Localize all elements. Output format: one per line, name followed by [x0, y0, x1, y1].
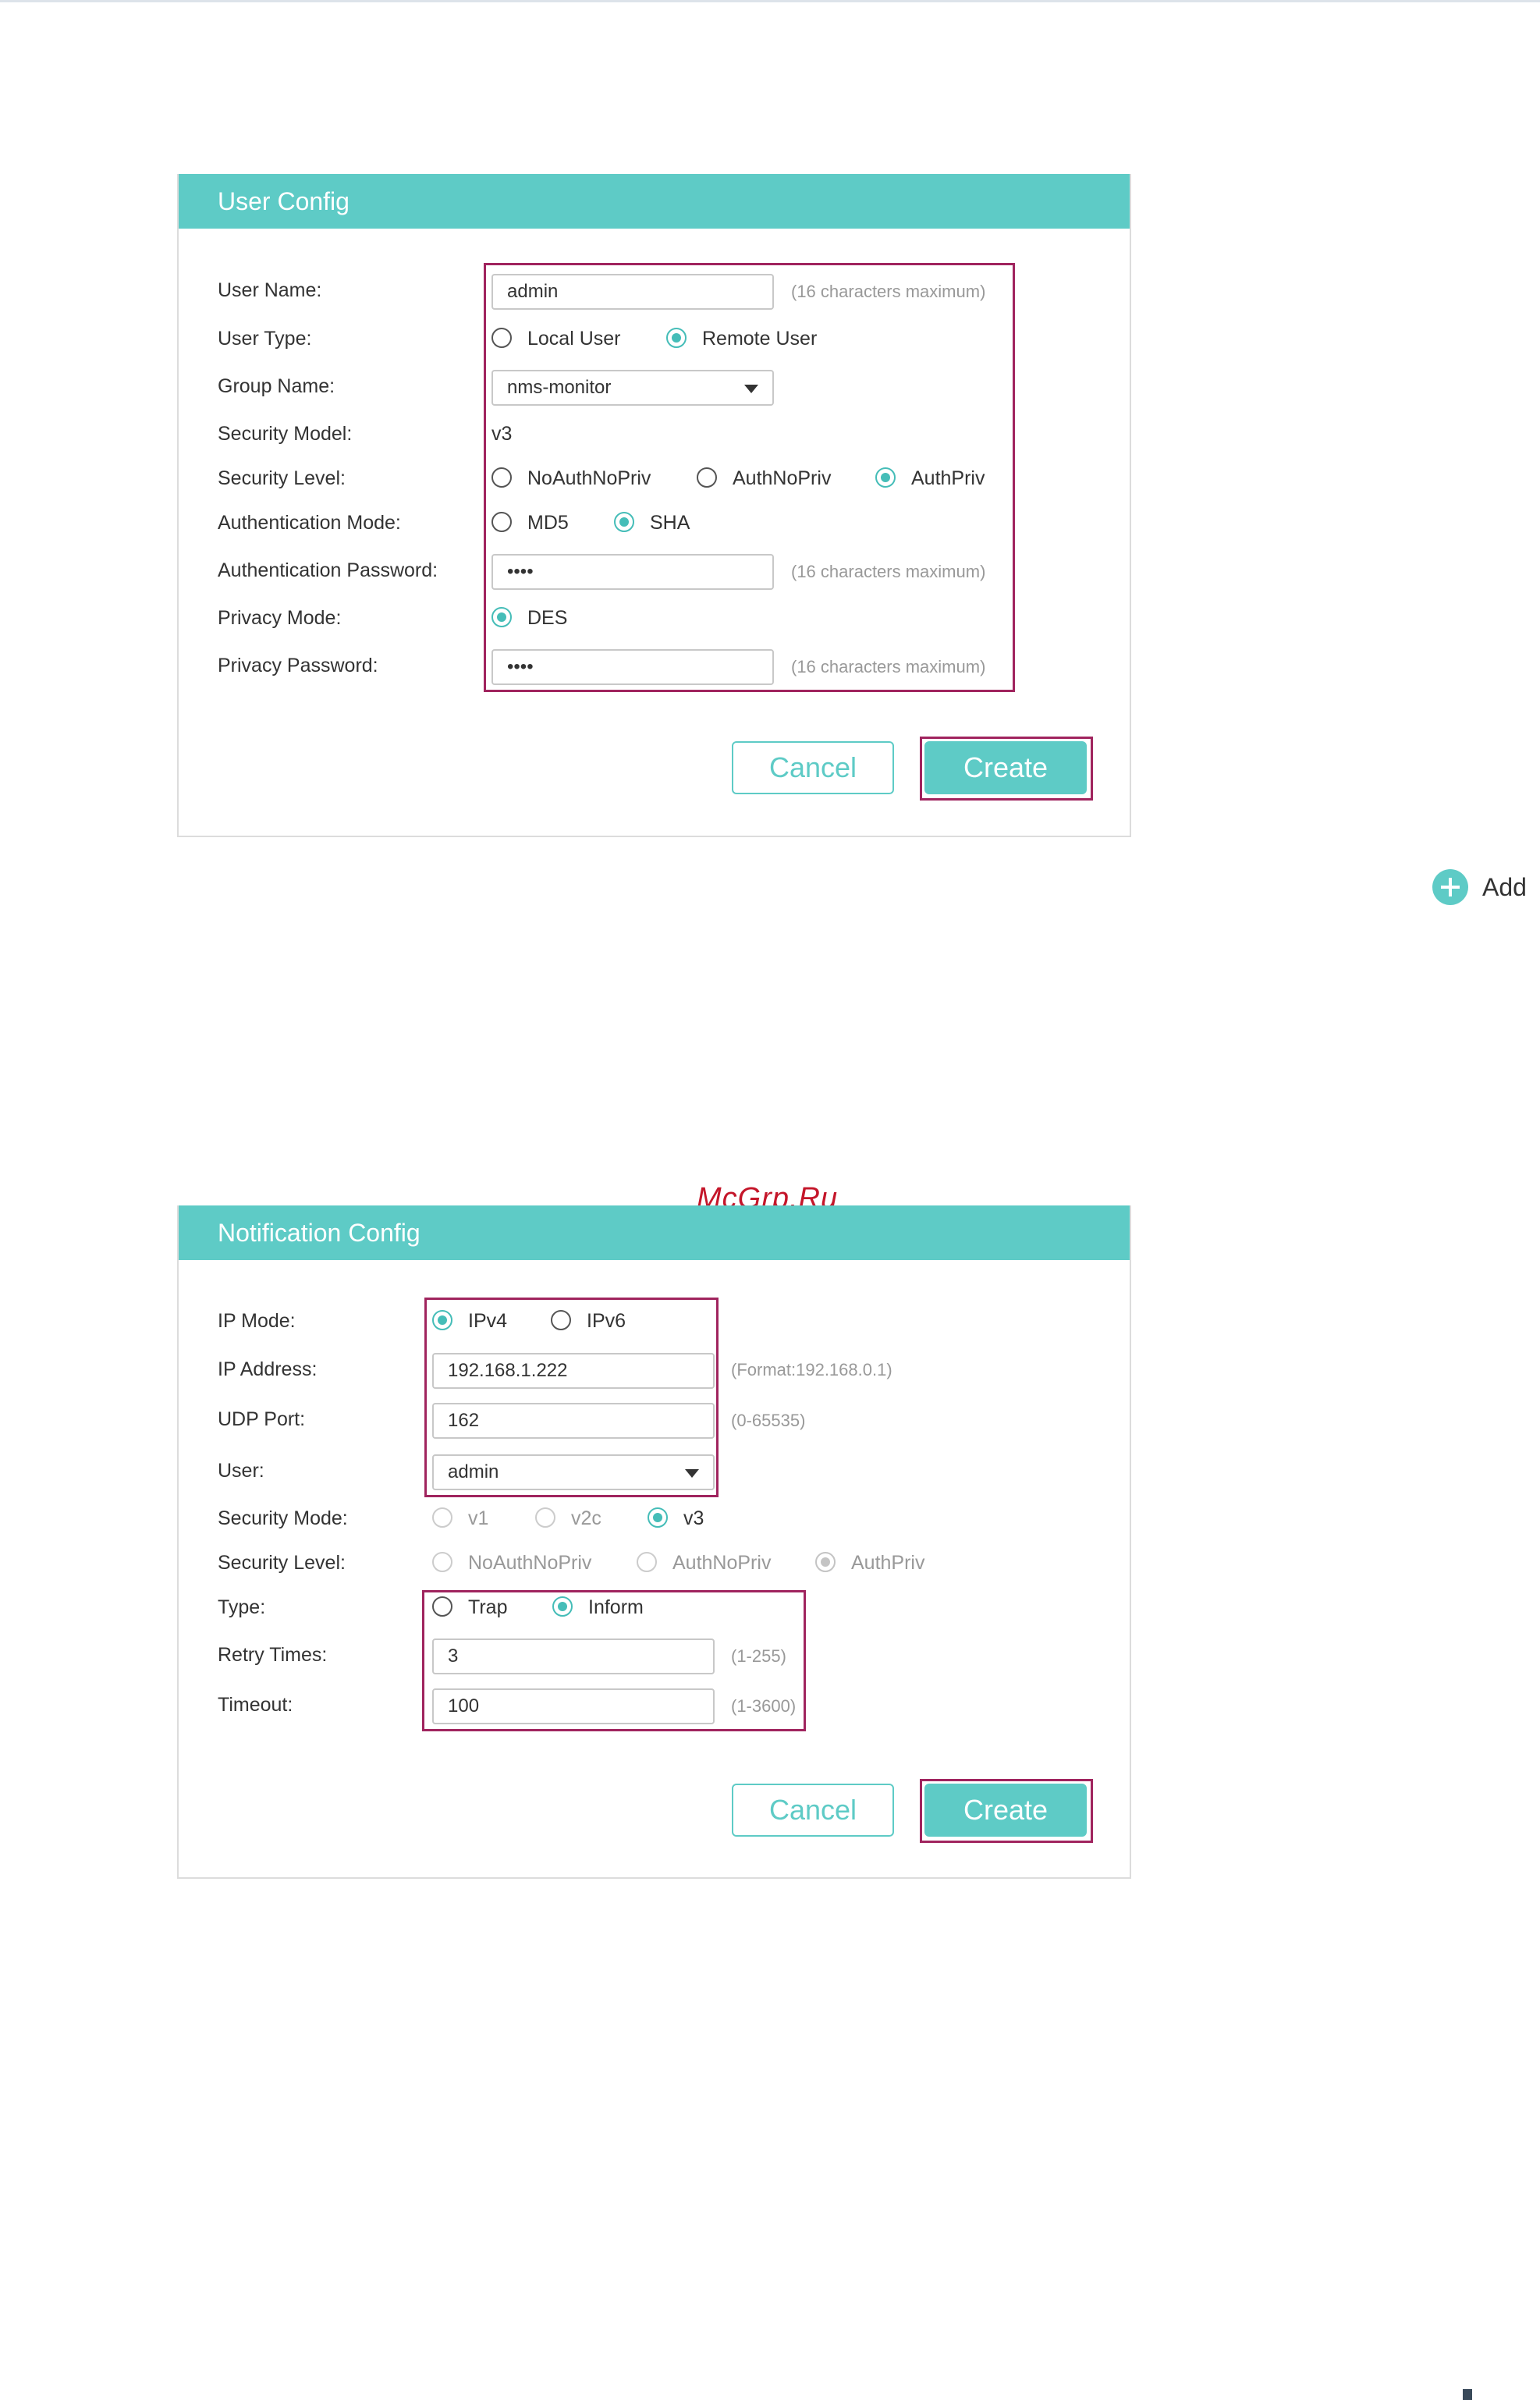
radio-v3-label: v3 [683, 1507, 704, 1529]
ip-address-input[interactable]: 192.168.1.222 [432, 1353, 715, 1389]
radio-v1 [432, 1507, 452, 1528]
retry-times-label: Retry Times: [218, 1644, 328, 1666]
radio-remote-user-label: Remote User [702, 328, 818, 350]
timeout-input[interactable]: 100 [432, 1688, 715, 1724]
radio-ipv6[interactable] [551, 1310, 571, 1330]
auth-password-label: Authentication Password: [218, 559, 438, 581]
ip-address-label: IP Address: [218, 1358, 318, 1380]
security-level-label: Security Level: [218, 467, 346, 489]
user-type-label: User Type: [218, 328, 312, 350]
auth-password-hint: (16 characters maximum) [791, 562, 986, 581]
udp-port-hint: (0-65535) [731, 1411, 806, 1430]
radio-inform-label: Inform [588, 1596, 644, 1618]
radio-authpriv-label: AuthPriv [911, 467, 985, 489]
ip-address-hint: (Format:192.168.0.1) [731, 1360, 892, 1379]
radio-authnopriv [637, 1552, 657, 1572]
radio-authpriv[interactable] [875, 467, 896, 488]
create-button[interactable]: Create [924, 741, 1087, 794]
top-divider [0, 0, 1540, 2]
radio-authpriv [815, 1552, 836, 1572]
radio-v2c-label: v2c [571, 1507, 601, 1529]
radio-ipv4-label: IPv4 [468, 1310, 508, 1332]
radio-v2c [535, 1507, 555, 1528]
user-config-panel: User Config User Name: admin (16 charact… [177, 174, 1131, 837]
radio-sha-label: SHA [650, 512, 690, 534]
notification-config-panel: Notification Config IP Mode: IPv4 IPv6 I… [177, 1205, 1131, 1879]
user-value: admin [448, 1461, 499, 1482]
timeout-label: Timeout: [218, 1694, 293, 1716]
panel-title: User Config [218, 187, 350, 215]
security-mode-label: Security Mode: [218, 1507, 348, 1529]
group-name-select[interactable]: nms-monitor [491, 370, 774, 406]
radio-inform[interactable] [552, 1596, 573, 1617]
privacy-mode-label: Privacy Mode: [218, 607, 342, 629]
radio-sha[interactable] [614, 512, 634, 532]
radio-ipv4[interactable] [432, 1310, 452, 1330]
radio-local-user-label: Local User [527, 328, 621, 350]
security-model-value: v3 [491, 423, 513, 445]
group-name-value: nms-monitor [507, 377, 612, 398]
radio-authnopriv[interactable] [697, 467, 717, 488]
radio-remote-user[interactable] [666, 328, 687, 348]
privacy-password-input[interactable]: •••• [491, 649, 774, 685]
privacy-password-hint: (16 characters maximum) [791, 657, 986, 676]
radio-ipv6-label: IPv6 [587, 1310, 626, 1332]
user-label: User: [218, 1460, 264, 1482]
udp-port-label: UDP Port: [218, 1408, 306, 1430]
plus-icon [1432, 869, 1468, 905]
radio-md5[interactable] [491, 512, 512, 532]
security-level-label: Security Level: [218, 1552, 346, 1574]
user-select[interactable]: admin [432, 1454, 715, 1490]
radio-noauthnopriv-label: NoAuthNoPriv [527, 467, 651, 489]
user-name-label: User Name: [218, 279, 322, 301]
radio-authpriv-label: AuthPriv [851, 1552, 925, 1574]
panel-title: Notification Config [218, 1219, 420, 1247]
radio-v3[interactable] [648, 1507, 668, 1528]
cancel-button[interactable]: Cancel [732, 1784, 894, 1837]
retry-times-input[interactable]: 3 [432, 1638, 715, 1674]
auth-mode-label: Authentication Mode: [218, 512, 401, 534]
corner-mark [1463, 2389, 1472, 2400]
radio-noauthnopriv [432, 1552, 452, 1572]
group-name-label: Group Name: [218, 375, 335, 397]
security-model-label: Security Model: [218, 423, 353, 445]
create-button[interactable]: Create [924, 1784, 1087, 1837]
cancel-button[interactable]: Cancel [732, 741, 894, 794]
user-name-hint: (16 characters maximum) [791, 282, 986, 301]
radio-authnopriv-label: AuthNoPriv [672, 1552, 772, 1574]
radio-v1-label: v1 [468, 1507, 489, 1529]
radio-noauthnopriv-label: NoAuthNoPriv [468, 1552, 592, 1574]
chevron-down-icon [744, 385, 758, 393]
radio-trap[interactable] [432, 1596, 452, 1617]
radio-noauthnopriv[interactable] [491, 467, 512, 488]
auth-password-input[interactable]: •••• [491, 554, 774, 590]
retry-times-hint: (1-255) [731, 1646, 786, 1666]
type-label: Type: [218, 1596, 266, 1618]
radio-local-user[interactable] [491, 328, 512, 348]
user-name-input[interactable]: admin [491, 274, 774, 310]
privacy-password-label: Privacy Password: [218, 655, 378, 676]
panel-header: Notification Config [179, 1205, 1130, 1260]
radio-md5-label: MD5 [527, 512, 569, 534]
chevron-down-icon [685, 1469, 699, 1478]
add-label: Add [1482, 873, 1527, 901]
radio-des-label: DES [527, 607, 568, 629]
udp-port-input[interactable]: 162 [432, 1403, 715, 1439]
ip-mode-label: IP Mode: [218, 1310, 296, 1332]
radio-authnopriv-label: AuthNoPriv [733, 467, 832, 489]
radio-des[interactable] [491, 607, 512, 627]
panel-header: User Config [179, 174, 1130, 229]
radio-trap-label: Trap [468, 1596, 508, 1618]
timeout-hint: (1-3600) [731, 1696, 797, 1716]
